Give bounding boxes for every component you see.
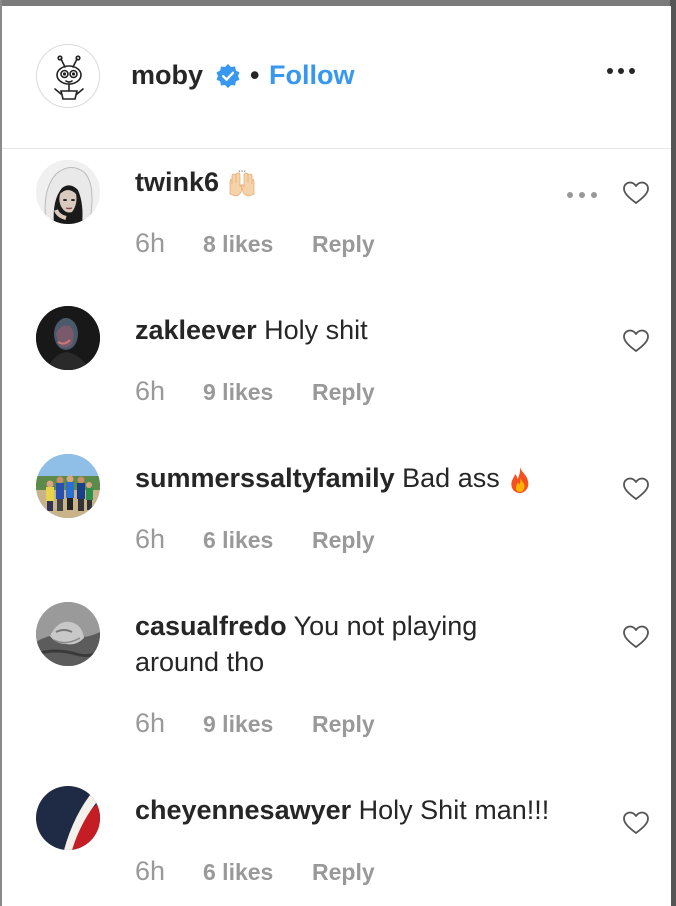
commenter-avatar[interactable] [36, 306, 100, 370]
comment-time[interactable]: 6h [135, 708, 203, 739]
comment-likes[interactable]: 6 likes [203, 859, 312, 886]
comment-meta: 6h 9 likes Reply [135, 376, 375, 407]
comment-time[interactable]: 6h [135, 856, 203, 887]
comment-meta: 6h 9 likes Reply [135, 708, 375, 739]
like-heart-icon[interactable] [622, 624, 650, 650]
comment-body: casualfredo You not playing around tho [135, 608, 535, 680]
like-heart-icon[interactable] [622, 476, 650, 502]
reply-button[interactable]: Reply [312, 527, 375, 554]
comment-time[interactable]: 6h [135, 524, 203, 555]
comment-username[interactable]: casualfredo [135, 611, 287, 641]
browser-frame: moby • Follow twink6 6h 8 likes Reply za… [0, 0, 676, 906]
verified-badge-icon [216, 64, 240, 88]
alien-sketch-icon [54, 55, 84, 100]
comment-item: cheyennesawyer Holy Shit man!!! 6h 6 lik… [2, 780, 671, 906]
dark-portrait-icon [36, 306, 100, 370]
post-header: moby • Follow [2, 6, 671, 149]
comment-likes[interactable]: 6 likes [203, 527, 312, 554]
family-photo-icon [36, 454, 100, 518]
commenter-avatar[interactable] [36, 454, 100, 518]
comments-panel: moby • Follow twink6 6h 8 likes Reply za… [2, 6, 671, 906]
comment-text: Holy Shit man!!! [358, 795, 550, 825]
commenter-avatar[interactable] [36, 786, 100, 850]
comment-time[interactable]: 6h [135, 228, 203, 259]
comment-item: casualfredo You not playing around tho 6… [2, 596, 671, 780]
reply-button[interactable]: Reply [312, 859, 375, 886]
follow-button[interactable]: Follow [269, 60, 354, 91]
reply-button[interactable]: Reply [312, 231, 375, 258]
like-heart-icon[interactable] [622, 810, 650, 836]
comment-likes[interactable]: 9 likes [203, 711, 312, 738]
more-options-icon[interactable] [607, 68, 637, 78]
comment-item: zakleever Holy shit 6h 9 likes Reply [2, 300, 671, 448]
reply-button[interactable]: Reply [312, 711, 375, 738]
comment-likes[interactable]: 8 likes [203, 231, 312, 258]
raising-hands-icon [229, 169, 254, 197]
comment-text: Holy shit [264, 315, 368, 345]
commenter-avatar[interactable] [36, 602, 100, 666]
fire-icon [511, 466, 529, 493]
flag-stripes-icon [36, 786, 100, 850]
comment-item: twink6 6h 8 likes Reply [2, 152, 671, 300]
blonde-portrait-icon [36, 160, 100, 224]
comment-username[interactable]: summerssaltyfamily [135, 463, 395, 493]
comment-item: summerssaltyfamily Bad ass 6h 6 likes Re… [2, 448, 671, 596]
comment-body: twink6 [135, 164, 575, 200]
author-avatar[interactable] [36, 44, 100, 108]
comment-body: summerssaltyfamily Bad ass [135, 460, 575, 496]
like-heart-icon[interactable] [622, 180, 650, 206]
reply-button[interactable]: Reply [312, 379, 375, 406]
comment-text: Bad ass [402, 463, 500, 493]
comment-meta: 6h 6 likes Reply [135, 524, 375, 555]
comment-meta: 6h 6 likes Reply [135, 856, 375, 887]
comment-username[interactable]: zakleever [135, 315, 257, 345]
author-username[interactable]: moby [131, 60, 203, 91]
comment-body: cheyennesawyer Holy Shit man!!! [135, 792, 575, 828]
comment-meta: 6h 8 likes Reply [135, 228, 375, 259]
comment-likes[interactable]: 9 likes [203, 379, 312, 406]
comment-time[interactable]: 6h [135, 376, 203, 407]
comment-username[interactable]: cheyennesawyer [135, 795, 351, 825]
grayscale-photo-icon [36, 602, 100, 666]
like-heart-icon[interactable] [622, 328, 650, 354]
header-separator: • [250, 60, 260, 90]
comment-body: zakleever Holy shit [135, 312, 575, 348]
comment-username[interactable]: twink6 [135, 167, 219, 197]
commenter-avatar[interactable] [36, 160, 100, 224]
comment-options-icon[interactable] [567, 192, 601, 200]
